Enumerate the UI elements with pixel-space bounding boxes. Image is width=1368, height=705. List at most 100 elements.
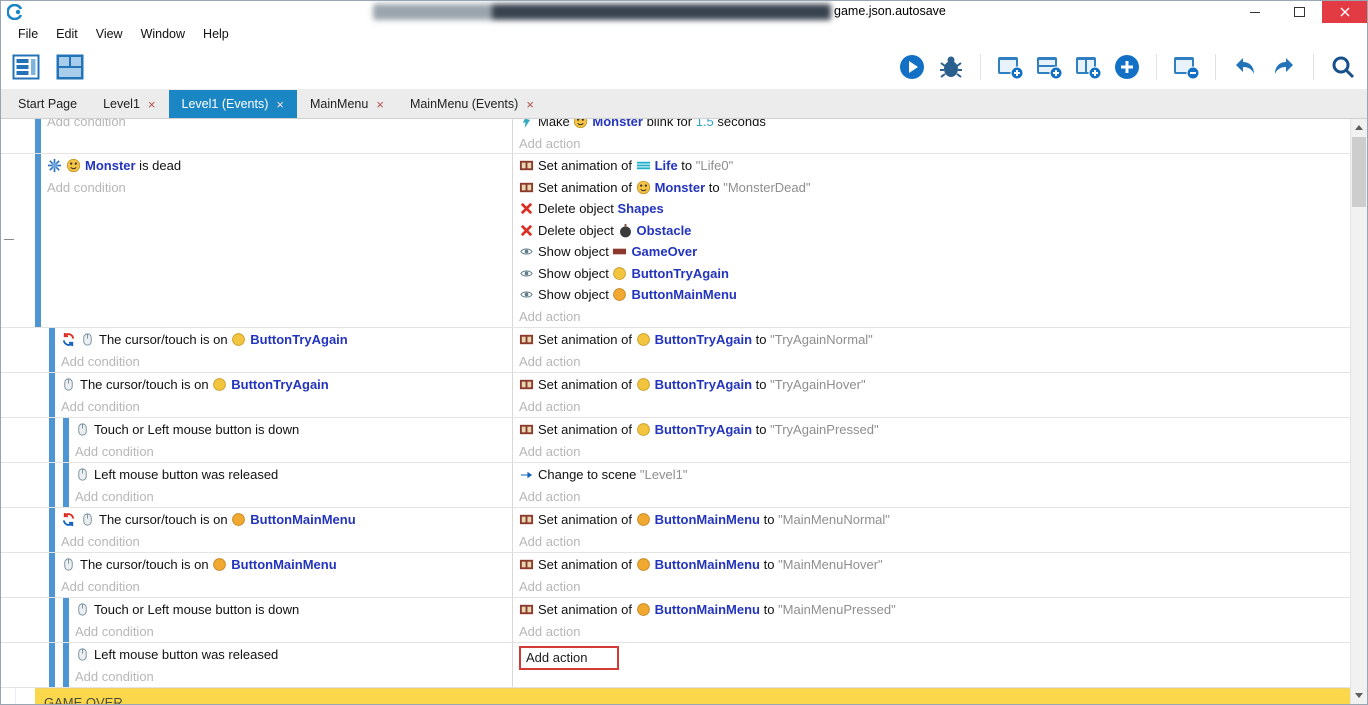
try-again-icon: [212, 377, 227, 392]
main-menu-icon: [231, 512, 246, 527]
add-link[interactable]: Add action: [519, 354, 580, 369]
project-manager-icon[interactable]: [11, 52, 41, 82]
vertical-scrollbar[interactable]: [1350, 119, 1367, 704]
menu-item-help[interactable]: Help: [194, 25, 238, 43]
undo-icon[interactable]: [1231, 53, 1259, 81]
tab-mainmenu[interactable]: MainMenu ×: [297, 90, 397, 118]
action-line[interactable]: Set animation of ButtonTryAgain to "TryA…: [519, 329, 1350, 351]
action-line[interactable]: Change to scene "Level1": [519, 464, 1350, 486]
condition-line[interactable]: The cursor/touch is on ButtonTryAgain: [61, 329, 512, 351]
action-line[interactable]: Delete object Shapes: [519, 198, 1350, 220]
remove-window-icon[interactable]: [1172, 53, 1200, 81]
action-line[interactable]: Set animation of ButtonMainMenu to "Main…: [519, 509, 1350, 531]
maximize-button[interactable]: [1277, 1, 1322, 23]
toolbar-left-group: [11, 52, 85, 82]
action-line[interactable]: Show object ButtonTryAgain: [519, 263, 1350, 285]
condition-line[interactable]: Monster is dead: [47, 155, 512, 177]
add-link[interactable]: Add action: [519, 399, 580, 414]
toolbar-separator: [1313, 54, 1314, 80]
menu-item-view[interactable]: View: [87, 25, 132, 43]
value-text: "MainMenuNormal": [778, 512, 890, 527]
condition-line[interactable]: The cursor/touch is on ButtonTryAgain: [61, 374, 512, 396]
condition-line[interactable]: Touch or Left mouse button is down: [75, 419, 512, 441]
action-line[interactable]: Set animation of Monster to "MonsterDead…: [519, 177, 1350, 199]
condition-cell: The cursor/touch is on ButtonTryAgain Add…: [1, 373, 513, 417]
tab-label: MainMenu (Events): [410, 97, 518, 111]
action-line[interactable]: Show object GameOver: [519, 241, 1350, 263]
tab-level1[interactable]: Level1×: [90, 90, 168, 118]
add-link[interactable]: Add condition: [61, 534, 140, 549]
add-link[interactable]: Add action: [519, 444, 580, 459]
tab-close-icon[interactable]: ×: [148, 98, 156, 111]
tab-close-icon[interactable]: ×: [276, 98, 284, 111]
scene-icon: [519, 467, 534, 482]
add-link[interactable]: Add condition: [61, 354, 140, 369]
arrow-up-icon: [1355, 125, 1363, 130]
monster-icon: [636, 180, 651, 195]
scene-editor-icon[interactable]: [55, 52, 85, 82]
add-link[interactable]: Add condition: [75, 669, 154, 684]
add-link[interactable]: Add condition: [75, 624, 154, 639]
play-icon[interactable]: [898, 53, 926, 81]
add-scene-window-icon[interactable]: [996, 53, 1024, 81]
scrollbar-thumb[interactable]: [1352, 137, 1366, 207]
tab-start-page[interactable]: Start Page: [5, 90, 90, 118]
condition-line[interactable]: Left mouse button was released: [75, 644, 512, 666]
condition-line[interactable]: Left mouse button was released: [75, 464, 512, 486]
condition-line[interactable]: The cursor/touch is on ButtonMainMenu: [61, 509, 512, 531]
search-icon[interactable]: [1329, 53, 1357, 81]
object-name: Monster: [655, 180, 706, 195]
tab-label: MainMenu: [310, 97, 368, 111]
action-line[interactable]: Show object ButtonMainMenu: [519, 284, 1350, 306]
menu-item-edit[interactable]: Edit: [47, 25, 87, 43]
add-external-events-icon[interactable]: [1035, 53, 1063, 81]
add-line-wrap: Add condition: [75, 666, 512, 688]
action-line[interactable]: Set animation of ButtonTryAgain to "TryA…: [519, 419, 1350, 441]
menu-item-file[interactable]: File: [9, 25, 47, 43]
add-link[interactable]: Add action: [519, 309, 580, 324]
scroll-down-button[interactable]: [1351, 687, 1367, 704]
add-link[interactable]: Add action: [519, 489, 580, 504]
debug-icon[interactable]: [937, 53, 965, 81]
add-link[interactable]: Add action: [519, 624, 580, 639]
event-text: Set animation of: [538, 332, 636, 347]
tab-close-icon[interactable]: ×: [526, 98, 534, 111]
add-external-layout-icon[interactable]: [1074, 53, 1102, 81]
set-animation-icon: [519, 602, 534, 617]
action-line[interactable]: Make Monster blink for 1.5 seconds: [519, 119, 1350, 133]
add-link[interactable]: Add action: [519, 534, 580, 549]
event-row: Monster is dead Add condition Set animatio…: [1, 154, 1350, 328]
add-link[interactable]: Add condition: [75, 444, 154, 459]
condition-line[interactable]: Touch or Left mouse button is down: [75, 599, 512, 621]
add-link[interactable]: Add action: [519, 136, 580, 151]
condition-line[interactable]: The cursor/touch is on ButtonMainMenu: [61, 554, 512, 576]
action-line[interactable]: Set animation of Life to "Life0": [519, 155, 1350, 177]
add-line-wrap: Add condition: [61, 396, 512, 418]
comment-event[interactable]: GAME OVER: [35, 688, 1350, 704]
action-line[interactable]: Set animation of ButtonTryAgain to "TryA…: [519, 374, 1350, 396]
add-link[interactable]: Add condition: [61, 579, 140, 594]
add-action-highlighted[interactable]: Add action: [519, 646, 619, 670]
minimize-button[interactable]: [1232, 1, 1277, 23]
redo-icon[interactable]: [1270, 53, 1298, 81]
menu-item-window[interactable]: Window: [132, 25, 194, 43]
action-line[interactable]: Set animation of ButtonMainMenu to "Main…: [519, 554, 1350, 576]
add-link[interactable]: Add condition: [47, 119, 126, 129]
add-link[interactable]: Add condition: [61, 399, 140, 414]
close-button[interactable]: [1322, 1, 1367, 23]
try-again-icon: [612, 266, 627, 281]
tab-level1-events[interactable]: Level1 (Events)×: [169, 90, 297, 118]
indent-bar: [49, 328, 55, 372]
action-line[interactable]: Delete object Obstacle: [519, 220, 1350, 242]
tab-mainmenu-events[interactable]: MainMenu (Events) ×: [397, 90, 547, 118]
action-line[interactable]: Set animation of ButtonMainMenu to "Main…: [519, 599, 1350, 621]
object-name: ButtonMainMenu: [250, 512, 355, 527]
collapse-toggle-icon[interactable]: [4, 239, 14, 240]
scroll-up-button[interactable]: [1351, 119, 1367, 136]
add-link[interactable]: Add condition: [75, 489, 154, 504]
add-link[interactable]: Add action: [519, 579, 580, 594]
add-object-icon[interactable]: [1113, 53, 1141, 81]
add-line-wrap: Add condition: [61, 351, 512, 373]
add-link[interactable]: Add condition: [47, 180, 126, 195]
tab-close-icon[interactable]: ×: [376, 98, 384, 111]
